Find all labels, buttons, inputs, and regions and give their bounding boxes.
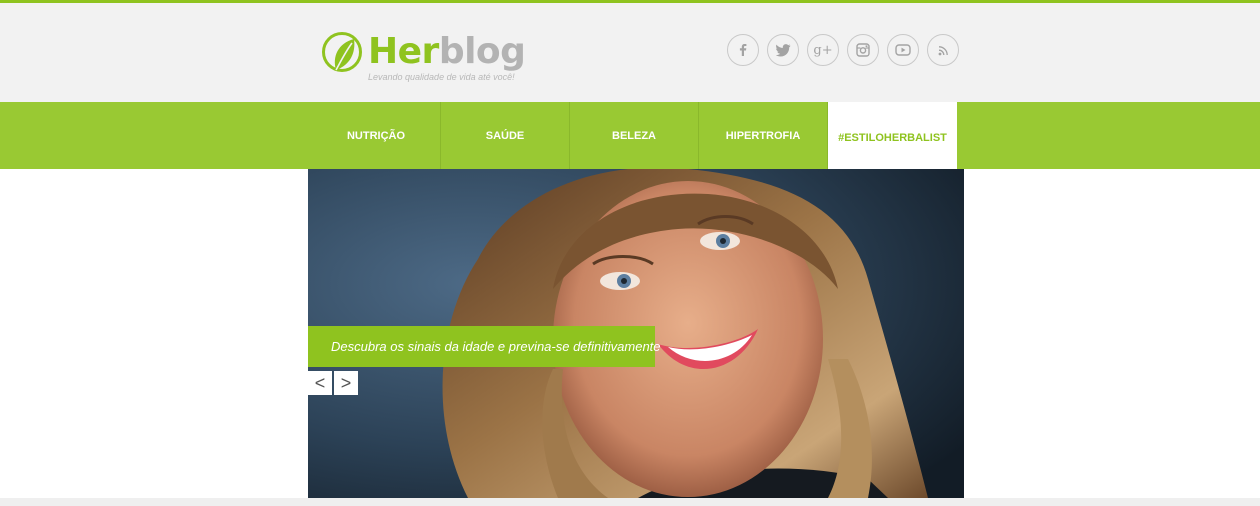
nav-item-estiloherbalist[interactable]: #ESTILOHERBALIST bbox=[828, 102, 957, 173]
slider-next-button[interactable]: > bbox=[334, 371, 358, 395]
footer-strip bbox=[0, 498, 1260, 506]
social-links: g+ bbox=[727, 34, 959, 66]
youtube-button[interactable] bbox=[887, 34, 919, 66]
hero-slider[interactable]: Descubra os sinais da idade e previna-se… bbox=[308, 169, 964, 498]
slide-caption[interactable]: Descubra os sinais da idade e previna-se… bbox=[308, 326, 661, 367]
main-navbar: NUTRIÇÃO SAÚDE BELEZA HIPERTROFIA #ESTIL… bbox=[0, 102, 1260, 173]
twitter-button[interactable] bbox=[767, 34, 799, 66]
chevron-left-icon: < bbox=[314, 373, 326, 393]
instagram-button[interactable] bbox=[847, 34, 879, 66]
site-header: Herblog Levando qualidade de vida até vo… bbox=[0, 3, 1260, 102]
slider-prev-button[interactable]: < bbox=[308, 371, 332, 395]
nav-item-nutricao[interactable]: NUTRIÇÃO bbox=[312, 102, 441, 169]
instagram-icon bbox=[856, 43, 870, 57]
nav-item-beleza[interactable]: BELEZA bbox=[570, 102, 699, 169]
google-plus-button[interactable]: g+ bbox=[807, 34, 839, 66]
facebook-icon bbox=[739, 44, 747, 56]
facebook-button[interactable] bbox=[727, 34, 759, 66]
chevron-right-icon: > bbox=[340, 373, 352, 393]
main-nav: NUTRIÇÃO SAÚDE BELEZA HIPERTROFIA #ESTIL… bbox=[312, 102, 957, 173]
leaf-icon bbox=[334, 39, 355, 71]
youtube-icon bbox=[895, 44, 911, 56]
nav-item-hipertrofia[interactable]: HIPERTROFIA bbox=[699, 102, 828, 169]
rss-icon bbox=[938, 45, 948, 55]
rss-button[interactable] bbox=[927, 34, 959, 66]
google-plus-icon: g+ bbox=[813, 42, 833, 58]
logo-tagline: Levando qualidade de vida até você! bbox=[368, 72, 515, 82]
logo-wordmark: Herblog bbox=[368, 30, 526, 74]
twitter-icon bbox=[775, 43, 790, 56]
nav-item-saude[interactable]: SAÚDE bbox=[441, 102, 570, 169]
logo-text-her: Her bbox=[368, 31, 439, 72]
logo-text-blog: blog bbox=[438, 31, 526, 72]
